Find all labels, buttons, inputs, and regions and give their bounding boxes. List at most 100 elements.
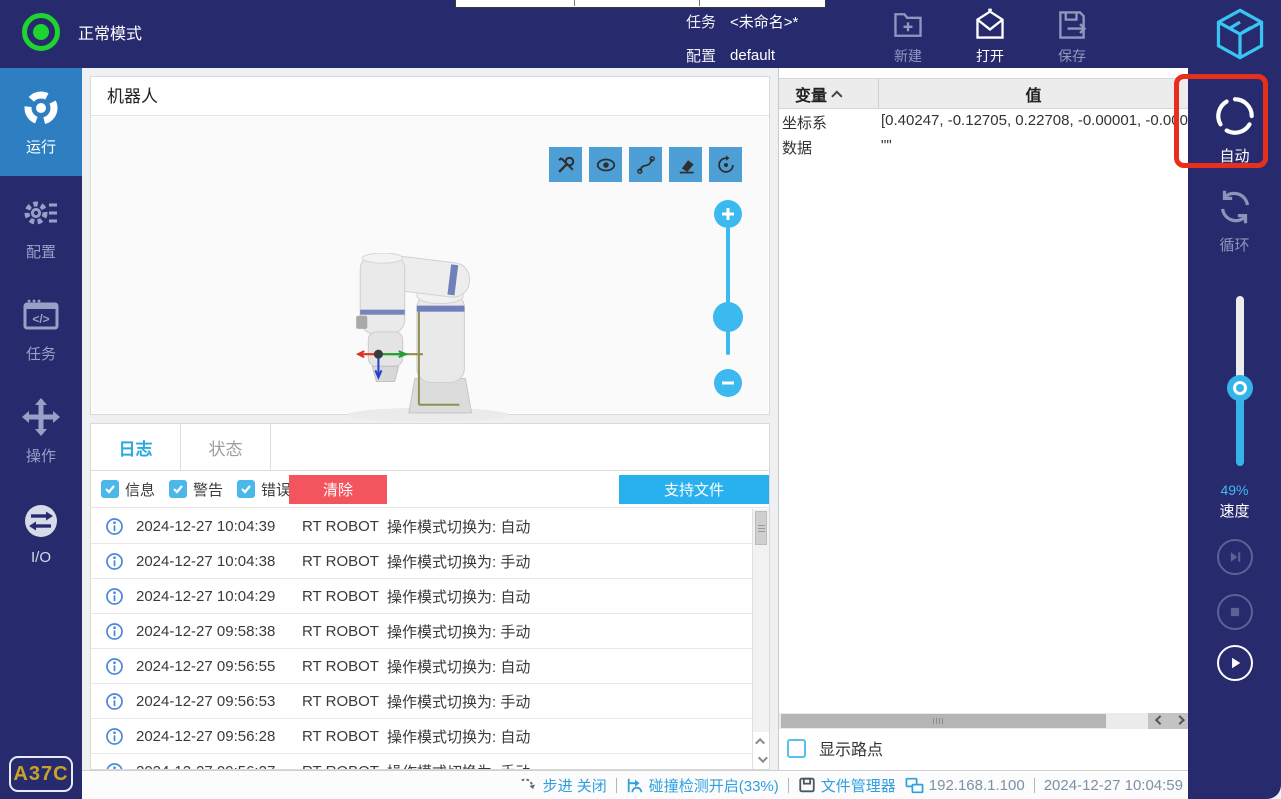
filter-warning-label: 警告 [193, 481, 224, 499]
zoom-in-button[interactable] [714, 200, 742, 228]
info-icon [106, 552, 123, 570]
loop-button[interactable]: 循环 [1188, 186, 1281, 255]
task-value[interactable]: <未命名>* [730, 11, 798, 32]
file-manager-button[interactable]: 文件管理器 [798, 775, 896, 796]
visibility-icon-button[interactable] [589, 147, 622, 182]
filter-info-label: 信息 [125, 481, 156, 499]
mode-indicator: 正常模式 [22, 13, 142, 51]
log-message: 操作模式切换为: 手动 [387, 623, 531, 641]
svg-text:</>: </> [32, 312, 49, 326]
log-message: 操作模式切换为: 自动 [387, 588, 531, 606]
scroll-left-button[interactable] [1148, 713, 1168, 729]
log-entry: 2024-12-27 09:58:38 RT ROBOT 操作模式切换为: 手动 [91, 614, 752, 649]
eraser-icon-button[interactable] [669, 147, 702, 182]
filter-warning[interactable]: 警告 [169, 479, 223, 500]
rotate-view-icon-button[interactable] [709, 147, 742, 182]
speed-label: 速度 [1219, 503, 1250, 520]
auto-mode-button[interactable]: 自动 [1188, 93, 1281, 166]
speed-percent: 49% [1220, 482, 1249, 498]
clear-button[interactable]: 清除 [289, 475, 387, 504]
filter-info[interactable]: 信息 [101, 479, 155, 500]
log-source: RT ROBOT [302, 552, 379, 570]
variable-value: [0.40247, -0.12705, 0.22708, -0.00001, -… [881, 112, 1188, 129]
log-time: 2024-12-27 10:04:39 [136, 517, 276, 535]
stop-button[interactable] [1217, 594, 1253, 630]
datetime: 2024-12-27 10:04:59 [1043, 776, 1183, 794]
new-button-label: 新建 [894, 48, 922, 64]
filter-error[interactable]: 错误 [237, 479, 291, 500]
log-time: 2024-12-27 09:56:28 [136, 727, 276, 745]
log-entry: 2024-12-27 09:56:27 RT ROBOT 操作模式切换为: 手动 [91, 754, 752, 770]
plus-icon [722, 208, 734, 220]
sidebar-item-task[interactable]: </> 任务 [0, 278, 82, 380]
variables-header-label: 变量 [795, 87, 828, 105]
speed-slider-handle[interactable] [1227, 375, 1253, 401]
log-time: 2024-12-27 10:04:38 [136, 552, 276, 570]
tab-status[interactable]: 状态 [181, 424, 271, 470]
log-filters: 信息 警告 错误 清除 支持文件 [91, 471, 769, 508]
collision-detection-label: 碰撞检测开启(33%) [648, 777, 779, 795]
scroll-right-button[interactable] [1168, 713, 1188, 729]
separator [787, 777, 789, 793]
checkbox-checked-icon [237, 480, 256, 498]
log-tabs: 日志 状态 [91, 424, 769, 471]
top-bar: 正常模式 任务 <未命名>* 配置 default 新建 打开 保存 [0, 0, 1281, 68]
minus-icon [722, 381, 734, 385]
new-button[interactable]: 新建 [880, 8, 936, 66]
config-value[interactable]: default [730, 47, 775, 64]
sidebar-item-run[interactable]: 运行 [0, 68, 82, 176]
horizontal-scrollbar[interactable] [779, 713, 1188, 729]
chevron-left-icon [1154, 714, 1165, 725]
scroll-up-button[interactable] [753, 732, 769, 750]
robot-3d-viewport[interactable] [92, 117, 768, 422]
speed-slider[interactable] [1227, 296, 1253, 466]
log-time: 2024-12-27 09:56:27 [136, 763, 302, 770]
sidebar-item-config[interactable]: 配置 [0, 176, 82, 278]
log-source: RT ROBOT [302, 657, 379, 675]
show-waypoints-checkbox[interactable] [787, 738, 806, 758]
save-icon [1059, 11, 1087, 39]
log-entry: 2024-12-27 09:56:55 RT ROBOT 操作模式切换为: 自动 [91, 649, 752, 684]
log-entry: 2024-12-27 10:04:29 RT ROBOT 操作模式切换为: 自动 [91, 579, 752, 614]
save-button-label: 保存 [1058, 48, 1086, 64]
variables-column-header[interactable]: 变量 [779, 79, 879, 108]
open-button[interactable]: 打开 [962, 8, 1018, 66]
save-button[interactable]: 保存 [1044, 8, 1100, 66]
support-file-button[interactable]: 支持文件 [619, 475, 769, 504]
robot-panel-title: 机器人 [91, 77, 769, 116]
step-forward-button[interactable] [1217, 539, 1253, 575]
scroll-down-button[interactable] [753, 750, 769, 768]
variable-row: 数据 "" [779, 137, 1188, 162]
log-source: RT ROBOT [302, 692, 379, 710]
step-mode-toggle[interactable]: 步进 关闭 [520, 775, 607, 796]
log-time: 2024-12-27 09:56:55 [136, 657, 276, 675]
info-icon [106, 657, 123, 675]
sidebar-item-operate[interactable]: 操作 [0, 380, 82, 482]
play-button[interactable] [1217, 645, 1253, 681]
file-manager-icon [799, 777, 815, 793]
log-time: 2024-12-27 10:04:29 [136, 587, 276, 605]
tab-log[interactable]: 日志 [91, 424, 181, 470]
horizontal-scrollbar-thumb[interactable] [781, 714, 1106, 728]
sidebar-item-io[interactable]: I/O [0, 482, 82, 584]
gear-icon [24, 201, 57, 224]
log-message: 操作模式切换为: 手动 [387, 693, 531, 711]
collapse-caret-icon [831, 89, 843, 102]
log-time: 2024-12-27 09:58:38 [136, 622, 276, 640]
separator [615, 777, 617, 793]
tools-icon-button[interactable] [549, 147, 582, 182]
log-source: RT ROBOT [302, 517, 379, 535]
sidebar-item-label: 配置 [25, 243, 56, 261]
right-sidebar: 自动 循环 49% 速度 [1188, 68, 1281, 799]
log-scrollbar[interactable] [752, 509, 769, 732]
collision-detection-toggle[interactable]: 碰撞检测开启(33%) [626, 775, 779, 796]
config-label: 配置 [686, 47, 717, 65]
log-scrollbar-thumb[interactable] [755, 511, 767, 545]
robot-model-badge[interactable]: A37C [9, 756, 73, 792]
info-icon [106, 762, 123, 769]
zoom-slider-handle[interactable] [713, 302, 743, 332]
trajectory-icon-button[interactable] [629, 147, 662, 182]
log-list: 2024-12-27 10:04:39 RT ROBOT 操作模式切换为: 自动… [91, 509, 752, 769]
zoom-out-button[interactable] [714, 369, 742, 397]
chevron-down-icon [757, 752, 768, 763]
